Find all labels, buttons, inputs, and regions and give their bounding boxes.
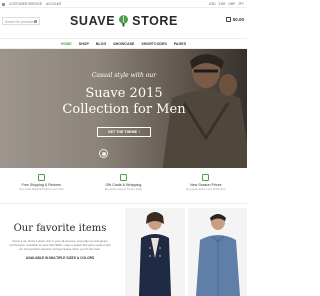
phone-icon <box>2 2 5 6</box>
top-utility-bar: CUSTOMER SERVICE ACCOUNT USD EUR GBP JPY <box>0 0 247 8</box>
nav-home[interactable]: HOME <box>61 42 72 46</box>
search-input[interactable]: Search for products <box>2 17 40 25</box>
main-nav: HOME SHOP BLOG SHOWCASE SHORTCODES PAGES <box>0 38 247 49</box>
nav-blog[interactable]: BLOG <box>96 42 106 46</box>
favorites-description: Dress it up, dress it down, this is your… <box>9 239 111 252</box>
nav-shortcodes[interactable]: SHORTCODES <box>141 42 166 46</box>
get-theme-label: GET THE THEME <box>107 130 137 134</box>
product-image-navy-jacket[interactable] <box>125 208 185 296</box>
tag-icon <box>202 174 210 181</box>
customer-service-link[interactable]: CUSTOMER SERVICE <box>9 2 42 6</box>
slider-dot[interactable] <box>99 149 108 158</box>
logo-word-left: SUAVE <box>70 14 116 28</box>
favorites-availability: AVAILABLE IN MULTIPLE SIZES & COLORS <box>25 255 95 260</box>
account-link[interactable]: ACCOUNT <box>46 2 62 6</box>
logo-word-right: STORE <box>132 14 178 28</box>
search-icon[interactable] <box>34 20 37 23</box>
hero-script-text: Casual style with our <box>91 72 157 79</box>
model-denim-shirt-image <box>196 214 240 296</box>
feature-gift-cards: Gift Cards & Wrapping the perfect way to… <box>82 168 164 203</box>
nav-shop[interactable]: SHOP <box>79 42 89 46</box>
leaf-logo-icon <box>119 15 129 27</box>
model-navy-jacket-image <box>139 212 171 296</box>
feature-shipping: Free Shipping & Returns Your order deliv… <box>0 168 82 203</box>
gift-card-icon <box>119 174 127 181</box>
cart-button[interactable]: $0.00 <box>225 17 244 22</box>
feature-subtitle: the perfect way to bring a smile <box>104 188 143 191</box>
favorites-title: Our favorite items <box>13 223 107 234</box>
nav-pages[interactable]: PAGES <box>174 42 186 46</box>
hero-headline-line-1: Suave 2015 <box>85 86 163 101</box>
features-strip: Free Shipping & Returns Your order deliv… <box>0 168 247 204</box>
cart-total: $0.00 <box>232 17 244 22</box>
currency-eur[interactable]: EUR <box>219 2 226 6</box>
feature-subtitle: Your order delivered right to your door <box>18 188 64 191</box>
globe-icon <box>37 174 45 181</box>
feature-title: New Season Prices <box>190 183 222 187</box>
product-image-denim-shirt[interactable] <box>188 208 247 296</box>
currency-usd[interactable]: USD <box>209 2 216 6</box>
currency-gbp[interactable]: GBP <box>228 2 235 6</box>
feature-subtitle: Get great deals in our 2015 store <box>186 188 226 191</box>
cart-bag-icon <box>225 17 231 22</box>
nav-showcase[interactable]: SHOWCASE <box>113 42 134 46</box>
arrow-right-icon: › <box>138 130 141 134</box>
get-theme-button[interactable]: GET THE THEME › <box>97 127 151 137</box>
feature-title: Free Shipping & Returns <box>21 183 61 187</box>
feature-prices: New Season Prices Get great deals in our… <box>165 168 247 203</box>
hero-headline-line-2: Collection for Men <box>62 102 186 117</box>
currency-jpy[interactable]: JPY <box>238 2 244 6</box>
site-logo[interactable]: SUAVE STORE <box>70 13 178 29</box>
feature-title: Gift Cards & Wrapping <box>105 183 142 187</box>
hero-banner: Casual style with our Suave 2015 Collect… <box>0 49 247 168</box>
slider-dot-center-icon <box>101 151 106 156</box>
favorites-section: Our favorite items Dress it up, dress it… <box>0 208 120 296</box>
search-placeholder: Search for products <box>5 19 34 24</box>
